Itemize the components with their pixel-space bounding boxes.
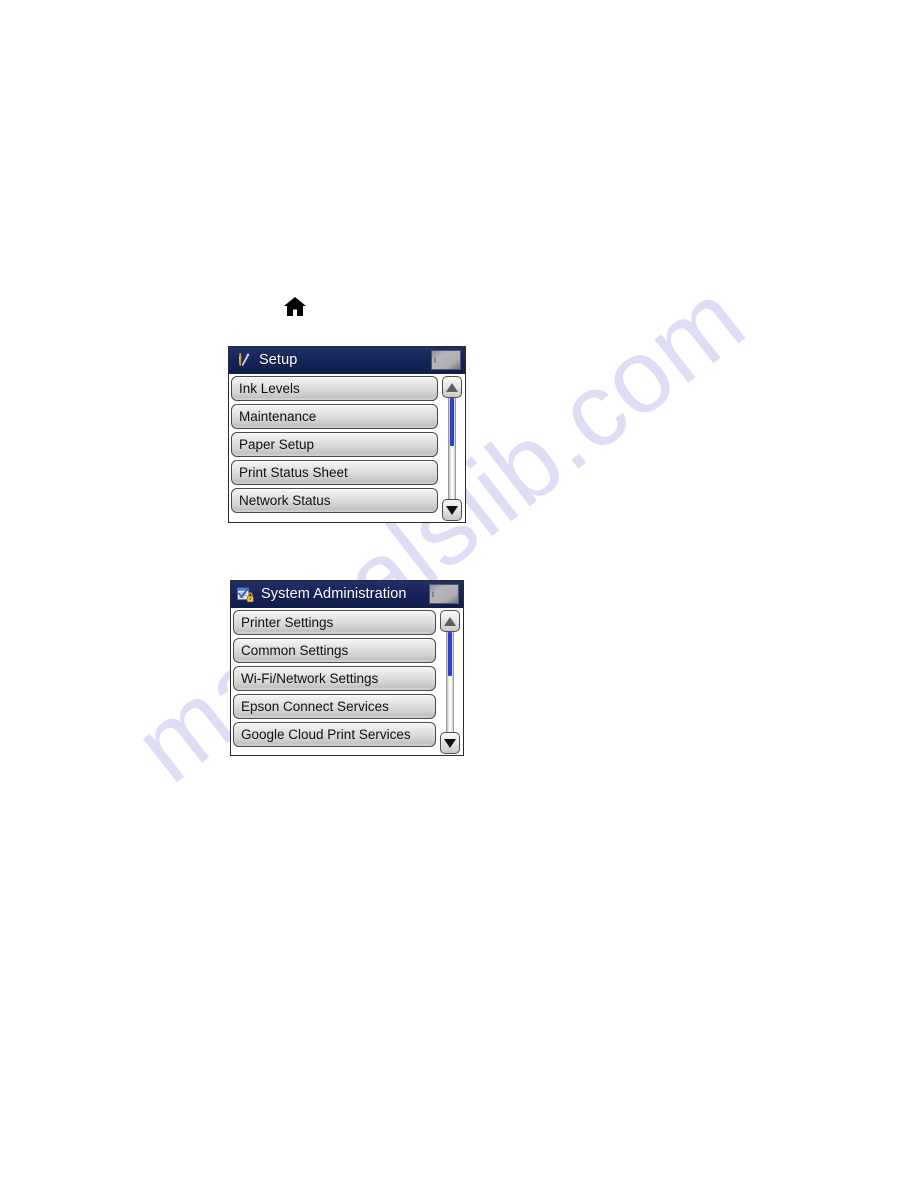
menu-item-google-cloud-print-services[interactable]: Google Cloud Print Services	[233, 722, 436, 747]
menu-item-common-settings[interactable]: Common Settings	[233, 638, 436, 663]
system-administration-menu-list: Printer Settings Common Settings Wi-Fi/N…	[233, 610, 436, 754]
menu-item-print-status-sheet[interactable]: Print Status Sheet	[231, 460, 438, 485]
menu-item-ink-levels[interactable]: Ink Levels	[231, 376, 438, 401]
info-badge-glyph: i	[432, 588, 434, 599]
scrollbar-track[interactable]	[448, 396, 456, 501]
setup-menu-list: Ink Levels Maintenance Paper Setup Print…	[231, 376, 438, 521]
info-badge-glyph: i	[434, 354, 436, 365]
scrollbar-track[interactable]	[446, 630, 454, 734]
menu-item-wifi-network-settings[interactable]: Wi-Fi/Network Settings	[233, 666, 436, 691]
triangle-up-icon	[444, 616, 456, 626]
menu-item-paper-setup[interactable]: Paper Setup	[231, 432, 438, 457]
setup-panel-info-badge[interactable]: i	[431, 350, 461, 370]
setup-panel-body: Ink Levels Maintenance Paper Setup Print…	[229, 374, 465, 522]
triangle-down-icon	[446, 505, 458, 515]
setup-panel-scrollbar[interactable]	[441, 376, 463, 521]
scroll-down-button[interactable]	[440, 732, 460, 754]
triangle-down-icon	[444, 738, 456, 748]
setup-panel-titlebar: Setup i	[229, 347, 465, 374]
scroll-up-button[interactable]	[442, 376, 462, 398]
setup-panel-title: Setup	[259, 352, 298, 369]
menu-item-network-status[interactable]: Network Status	[231, 488, 438, 513]
menu-item-maintenance[interactable]: Maintenance	[231, 404, 438, 429]
wrench-screwdriver-icon	[238, 353, 250, 367]
home-icon	[283, 296, 307, 318]
scrollbar-thumb[interactable]	[448, 632, 452, 676]
scroll-down-button[interactable]	[442, 499, 462, 521]
system-administration-title: System Administration	[261, 586, 407, 603]
system-administration-titlebar: System Administration i	[231, 581, 463, 608]
system-administration-scrollbar[interactable]	[439, 610, 461, 754]
menu-item-epson-connect-services[interactable]: Epson Connect Services	[233, 694, 436, 719]
menu-item-printer-settings[interactable]: Printer Settings	[233, 610, 436, 635]
setup-panel: Setup i Ink Levels Maintenance Paper Set…	[228, 346, 466, 523]
scrollbar-thumb[interactable]	[450, 398, 454, 447]
scroll-up-button[interactable]	[440, 610, 460, 632]
system-administration-info-badge[interactable]: i	[429, 584, 459, 604]
system-administration-body: Printer Settings Common Settings Wi-Fi/N…	[231, 608, 463, 755]
system-administration-panel: System Administration i Printer Settings…	[230, 580, 464, 756]
triangle-up-icon	[446, 382, 458, 392]
clipboard-lock-icon	[236, 587, 254, 603]
